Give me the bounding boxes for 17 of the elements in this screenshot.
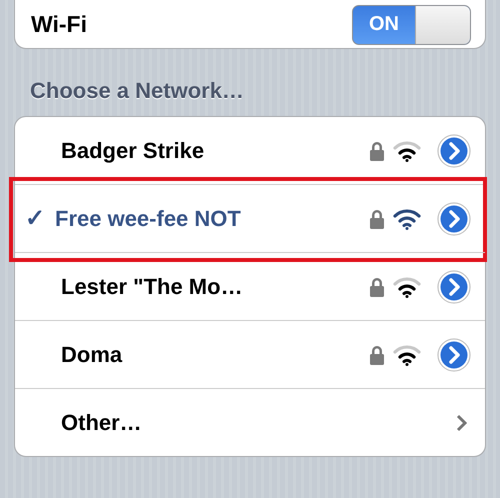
checkmark: ✓ — [25, 204, 46, 233]
detail-disclosure-button[interactable] — [437, 134, 471, 168]
network-name[interactable]: Doma — [31, 342, 361, 368]
wifi-label: Wi-Fi — [31, 11, 87, 38]
wifi-signal-icon — [393, 344, 421, 366]
detail-disclosure-button[interactable] — [437, 202, 471, 236]
detail-disclosure-button[interactable] — [437, 338, 471, 372]
network-name[interactable]: Free wee-fee NOT — [55, 206, 361, 232]
section-title: Choose a Network… — [30, 78, 245, 104]
chevron-icon — [455, 414, 467, 432]
wifi-signal-icon — [393, 140, 421, 162]
wifi-signal-icon — [393, 276, 421, 298]
wifi-signal-icon — [393, 208, 421, 230]
network-name[interactable]: Lester "The Mo… — [31, 274, 361, 300]
network-name[interactable]: Other… — [31, 410, 447, 436]
network-name[interactable]: Badger Strike — [31, 138, 361, 164]
detail-disclosure-button[interactable] — [437, 270, 471, 304]
